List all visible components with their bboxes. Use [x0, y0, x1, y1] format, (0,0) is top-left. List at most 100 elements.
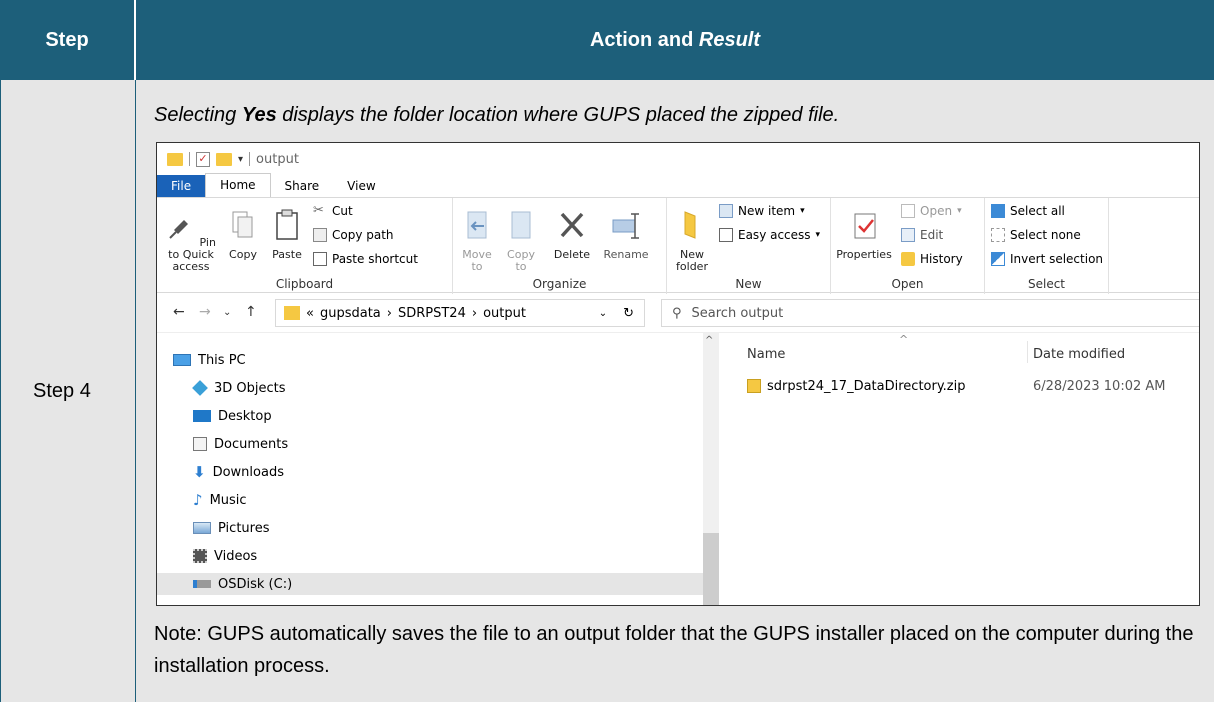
nav-item-label: Videos [214, 548, 258, 564]
navigation-pane: This PC 3D Objects Desktop Documents ⬇ D… [157, 333, 719, 605]
select-none-label: Select none [1010, 228, 1081, 242]
address-dropdown-icon[interactable]: ⌄ [599, 308, 607, 319]
breadcrumb-sdrpst24[interactable]: SDRPST24 [398, 306, 466, 321]
column-divider[interactable] [1027, 341, 1028, 363]
forward-arrow-icon[interactable]: → [199, 304, 211, 320]
clipboard-icon [276, 209, 298, 240]
paste-shortcut-label: Paste shortcut [332, 252, 418, 266]
rename-label: Rename [603, 248, 649, 261]
folder-icon[interactable] [167, 152, 183, 166]
nav-item-pictures[interactable]: Pictures [193, 517, 269, 539]
file-name-cell: sdrpst24_17_DataDirectory.zip [747, 379, 1033, 394]
column-header-name[interactable]: Name [747, 347, 785, 362]
tab-file[interactable]: File [157, 175, 206, 197]
tab-view[interactable]: View [333, 175, 389, 197]
open-button[interactable]: Open ▾ [901, 204, 962, 218]
address-bar[interactable]: « gupsdata › SDRPST24 › output ⌄ ↻ [275, 299, 645, 327]
nav-item-videos[interactable]: Videos [193, 545, 257, 567]
nav-item-label: 3D Objects [214, 380, 286, 396]
easy-access-icon [719, 228, 733, 242]
ribbon-group-select: Select all Select none Invert selection … [985, 198, 1109, 294]
nav-item-label: Documents [214, 436, 289, 452]
copy-button[interactable]: Copy [223, 208, 263, 261]
search-input[interactable]: ⚲ Search output [661, 299, 1199, 327]
new-folder-icon[interactable] [216, 152, 232, 166]
refresh-icon[interactable]: ↻ [623, 306, 634, 321]
breadcrumb-output[interactable]: output [483, 306, 526, 321]
tab-share[interactable]: Share [271, 175, 334, 197]
paste-label: Paste [272, 248, 302, 261]
nav-item-3d-objects[interactable]: 3D Objects [192, 377, 286, 399]
ribbon-group-clipboard: Pin to Quick access Copy Paste ✂ Cut Cop… [157, 198, 453, 294]
breadcrumb-overflow[interactable]: « [306, 306, 314, 321]
new-item-button[interactable]: New item ▾ [719, 204, 805, 218]
scrollbar-thumb[interactable] [703, 533, 719, 605]
copy-path-icon [313, 228, 327, 242]
caption-bold-yes: Yes [241, 104, 277, 126]
pin-to-quick-access-button[interactable]: Pin to Quick access [161, 208, 221, 273]
copy-to-label: Copy to [507, 248, 535, 273]
group-label-open: Open [891, 277, 924, 291]
copy-icon [232, 211, 253, 238]
sort-ascending-icon: ^ [899, 333, 909, 346]
delete-button[interactable]: Delete [547, 208, 597, 261]
zip-folder-icon [747, 379, 761, 393]
rename-button[interactable]: Rename [599, 208, 653, 261]
edit-icon [901, 228, 915, 242]
properties-button[interactable]: Properties [835, 208, 893, 261]
copy-to-button[interactable]: Copy to [501, 208, 541, 273]
nav-item-label: Pictures [218, 520, 270, 536]
column-header-step: Step [0, 0, 136, 80]
video-icon [193, 549, 207, 563]
paste-button[interactable]: Paste [265, 208, 309, 261]
customize-toolbar-icon[interactable]: ▾ [238, 154, 243, 165]
nav-item-label: OSDisk (C:) [218, 576, 293, 592]
select-none-button[interactable]: Select none [991, 228, 1081, 242]
nav-item-documents[interactable]: Documents [193, 433, 288, 455]
new-folder-button[interactable]: New folder [671, 208, 713, 273]
paste-shortcut-icon [313, 252, 327, 266]
column-header-action-label: Action and [589, 28, 699, 51]
column-header-date-modified[interactable]: Date modified [1033, 347, 1125, 362]
nav-item-label: Music [209, 492, 247, 508]
select-all-button[interactable]: Select all [991, 204, 1065, 218]
copy-path-label: Copy path [332, 228, 394, 242]
invert-selection-button[interactable]: Invert selection [991, 252, 1103, 266]
up-arrow-icon[interactable]: ↑ [245, 304, 257, 320]
tab-home[interactable]: Home [205, 173, 271, 197]
nav-item-this-pc[interactable]: This PC [173, 349, 246, 371]
scroll-up-icon[interactable]: ^ [705, 335, 713, 346]
music-icon: ♪ [193, 491, 203, 509]
drive-icon [193, 580, 211, 588]
properties-check-icon[interactable]: ✓ [196, 151, 210, 167]
caption-text-rest: displays the folder location where GUPS … [276, 104, 840, 126]
history-button[interactable]: History [901, 252, 963, 266]
breadcrumb-gupsdata[interactable]: gupsdata [320, 306, 381, 321]
nav-item-desktop[interactable]: Desktop [193, 405, 272, 427]
nav-scrollbar[interactable]: ^ [703, 333, 719, 605]
document-icon [193, 437, 207, 451]
cut-label: Cut [332, 204, 353, 218]
file-row[interactable]: sdrpst24_17_DataDirectory.zip 6/28/2023 … [747, 375, 1197, 397]
invert-selection-label: Invert selection [1010, 252, 1104, 266]
file-name: sdrpst24_17_DataDirectory.zip [767, 378, 966, 394]
easy-access-button[interactable]: Easy access ▾ [719, 228, 820, 242]
recent-locations-chevron-icon[interactable]: ⌄ [223, 307, 231, 318]
new-folder-label: New folder [676, 248, 708, 273]
action-caption: Selecting Yes displays the folder locati… [154, 104, 839, 127]
paste-shortcut-button[interactable]: Paste shortcut [313, 252, 418, 266]
search-placeholder: Search output [691, 305, 784, 321]
properties-icon [854, 213, 876, 239]
address-row: ← → ⌄ ↑ « gupsdata › SDRPST24 › output ⌄… [157, 293, 1199, 333]
copy-path-button[interactable]: Copy path [313, 228, 394, 242]
edit-button[interactable]: Edit [901, 228, 943, 242]
rename-icon [612, 213, 639, 239]
back-arrow-icon[interactable]: ← [173, 304, 185, 320]
nav-item-downloads[interactable]: ⬇ Downloads [193, 461, 284, 483]
cut-button[interactable]: ✂ Cut [313, 204, 353, 219]
folder-icon [284, 306, 300, 320]
nav-item-osdisk[interactable]: OSDisk (C:) [157, 573, 703, 595]
move-to-button[interactable]: Move to [457, 208, 497, 273]
divider [189, 152, 190, 166]
nav-item-music[interactable]: ♪ Music [193, 489, 247, 511]
